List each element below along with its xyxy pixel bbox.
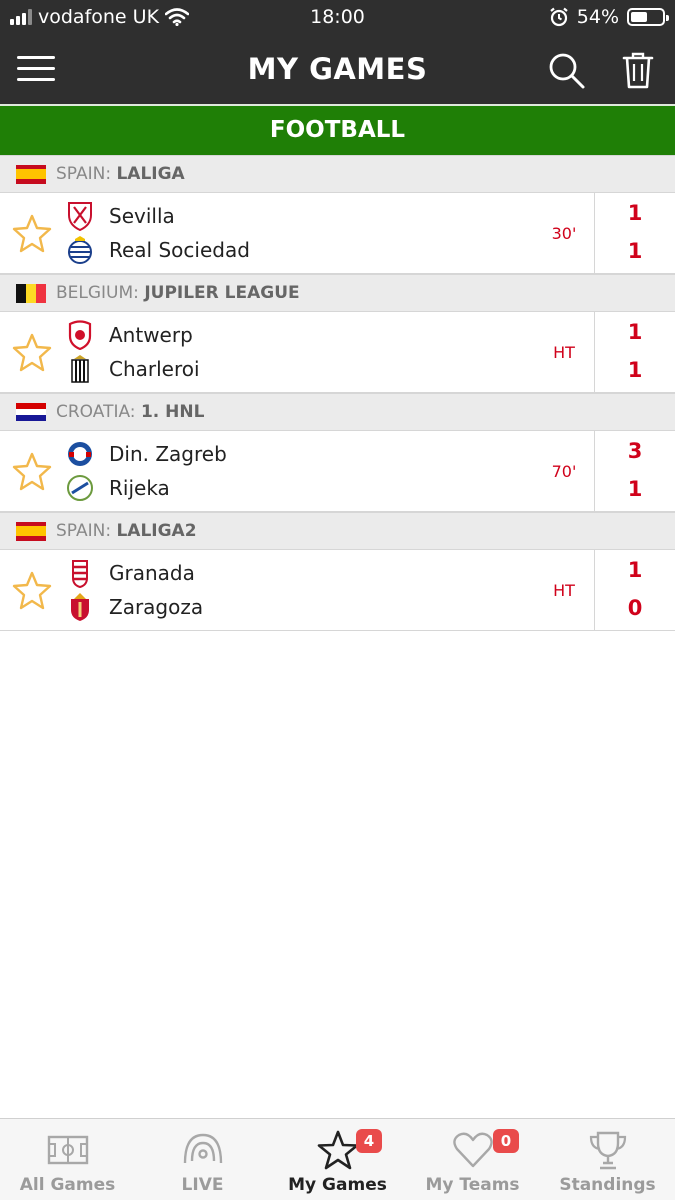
match-row[interactable]: Antwerp Charleroi HT 1 1 [0, 312, 675, 393]
zaragoza-crest-icon [71, 593, 89, 621]
rijeka-crest-icon [67, 475, 93, 501]
tab-label: My Games [288, 1175, 387, 1195]
league-header[interactable]: SPAIN: LALIGA [0, 155, 675, 193]
away-score: 1 [627, 477, 643, 501]
spain-flag-icon [16, 164, 46, 184]
tab-standings[interactable]: Standings [540, 1119, 675, 1200]
team-name: Charleroi [109, 357, 200, 381]
match-row[interactable]: Sevilla Real Sociedad 30' 1 1 [0, 193, 675, 274]
match-status: 70' [551, 462, 577, 481]
away-team: Zaragoza [66, 590, 203, 624]
home-team: Sevilla [66, 199, 175, 233]
team-name: Antwerp [109, 323, 193, 347]
away-score: 1 [627, 358, 643, 382]
match-status: 30' [551, 224, 577, 243]
antwerp-crest-icon [68, 320, 92, 350]
granada-crest-icon [72, 560, 88, 588]
team-name: Zaragoza [109, 595, 204, 619]
spain-flag-icon [16, 521, 46, 541]
my-games-badge: 4 [356, 1129, 382, 1153]
battery-icon [627, 8, 669, 26]
trash-icon[interactable] [620, 50, 656, 90]
league-country: CROATIA: [56, 402, 136, 422]
status-bar: vodafone UK 18:00 54% [0, 0, 675, 36]
live-broadcast-icon [183, 1133, 223, 1164]
favorite-star-icon[interactable] [12, 570, 52, 610]
dinamo-zagreb-crest-icon [68, 442, 92, 466]
match-row[interactable]: Granada Zaragoza HT 1 0 [0, 550, 675, 631]
charleroi-crest-icon [71, 355, 89, 383]
league-header[interactable]: SPAIN: LALIGA2 [0, 512, 675, 550]
home-score: 1 [627, 320, 643, 344]
team-name: Real Sociedad [109, 238, 250, 262]
home-team: Din. Zagreb [66, 437, 227, 471]
home-score: 1 [627, 201, 643, 225]
team-name: Rijeka [109, 476, 170, 500]
real-sociedad-crest-icon [68, 236, 92, 264]
trophy-icon [589, 1131, 627, 1170]
alarm-icon [550, 7, 568, 27]
tab-label: All Games [19, 1175, 116, 1195]
away-team: Charleroi [66, 352, 200, 386]
away-team: Rijeka [66, 471, 170, 505]
sevilla-crest-icon [68, 202, 92, 231]
league-name: LALIGA2 [116, 521, 197, 541]
battery-percent: 54% [576, 6, 619, 28]
match-row[interactable]: Din. Zagreb Rijeka 70' 3 1 [0, 431, 675, 512]
favorite-star-icon[interactable] [12, 213, 52, 253]
star-icon [317, 1130, 359, 1170]
team-name: Sevilla [109, 204, 175, 228]
tab-all-games[interactable]: All Games [0, 1119, 135, 1200]
belgium-flag-icon [16, 283, 46, 303]
search-icon[interactable] [546, 50, 586, 90]
tab-label: Standings [559, 1175, 656, 1195]
favorite-star-icon[interactable] [12, 451, 52, 491]
league-name: JUPILER LEAGUE [144, 283, 300, 303]
team-name: Granada [109, 561, 195, 585]
team-name: Din. Zagreb [109, 442, 227, 466]
league-name: 1. HNL [140, 402, 205, 422]
pitch-icon [47, 1135, 89, 1165]
home-score: 3 [627, 439, 643, 463]
home-team: Antwerp [66, 318, 193, 352]
tab-my-games[interactable]: 4 My Games [270, 1119, 405, 1200]
league-country: SPAIN: [56, 521, 112, 541]
sport-header[interactable]: FOOTBALL [0, 104, 675, 155]
tab-label: My Teams [425, 1175, 520, 1195]
away-score: 0 [627, 596, 643, 620]
favorite-star-icon[interactable] [12, 332, 52, 372]
league-header[interactable]: BELGIUM: JUPILER LEAGUE [0, 274, 675, 312]
home-score: 1 [627, 558, 643, 582]
tab-my-teams[interactable]: 0 My Teams [405, 1119, 540, 1200]
league-country: SPAIN: [56, 164, 112, 184]
away-team: Real Sociedad [66, 233, 250, 267]
heart-icon [453, 1132, 493, 1168]
match-status: HT [553, 581, 575, 600]
away-score: 1 [627, 239, 643, 263]
tab-label: LIVE [181, 1175, 224, 1195]
croatia-flag-icon [16, 402, 46, 422]
home-team: Granada [66, 556, 195, 590]
app-header: MY GAMES [0, 36, 675, 104]
league-header[interactable]: CROATIA: 1. HNL [0, 393, 675, 431]
tab-bar: All Games LIVE 4 My Games 0 My Teams Sta… [0, 1118, 675, 1200]
league-name: LALIGA [116, 164, 185, 184]
tab-live[interactable]: LIVE [135, 1119, 270, 1200]
league-country: BELGIUM: [56, 283, 139, 303]
my-teams-badge: 0 [493, 1129, 519, 1153]
match-status: HT [553, 343, 575, 362]
